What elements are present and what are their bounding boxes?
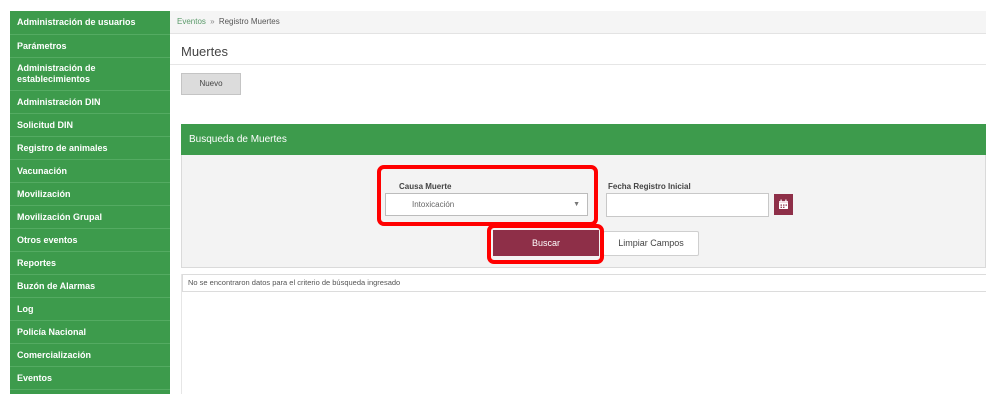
results-area: No se encontraron datos para el criterio… xyxy=(181,274,986,394)
sidebar-item-reports[interactable]: Reportes xyxy=(10,252,170,275)
page-title: Muertes xyxy=(181,44,228,59)
breadcrumb-separator: » xyxy=(210,17,215,26)
start-date-label: Fecha Registro Inicial xyxy=(608,182,691,191)
sidebar-item-din-admin[interactable]: Administración DIN xyxy=(10,91,170,114)
title-divider xyxy=(170,64,986,65)
sidebar-item-other-events[interactable]: Otros eventos xyxy=(10,229,170,252)
sidebar-item-user-admin[interactable]: Administración de usuarios xyxy=(10,11,170,35)
sidebar-item-commercialization[interactable]: Comercialización xyxy=(10,344,170,367)
breadcrumb-link-events[interactable]: Eventos xyxy=(177,17,206,26)
chevron-down-icon: ▼ xyxy=(573,201,580,208)
cause-of-death-value: Intoxicación xyxy=(412,200,455,209)
sidebar-item-events[interactable]: Eventos xyxy=(10,367,170,390)
sidebar-item-mobilization[interactable]: Movilización xyxy=(10,183,170,206)
sidebar-item-alarm-inbox[interactable]: Buzón de Alarmas xyxy=(10,275,170,298)
breadcrumb-current: Registro Muertes xyxy=(218,17,280,26)
new-button[interactable]: Nuevo xyxy=(181,73,241,95)
search-panel-title: Busqueda de Muertes xyxy=(181,124,986,155)
sidebar-item-parameters[interactable]: Parámetros xyxy=(10,35,170,58)
sidebar: Administración de usuarios Parámetros Ad… xyxy=(10,11,170,394)
sidebar-item-din-request[interactable]: Solicitud DIN xyxy=(10,114,170,137)
search-button[interactable]: Buscar xyxy=(493,230,599,256)
cause-of-death-label: Causa Muerte xyxy=(399,182,452,191)
start-date-input[interactable] xyxy=(606,193,769,217)
app-root: Administración de usuarios Parámetros Ad… xyxy=(0,0,986,394)
search-panel: Busqueda de Muertes Causa Muerte Intoxic… xyxy=(181,124,986,268)
breadcrumb: Eventos » Registro Muertes xyxy=(170,11,986,34)
calendar-icon xyxy=(779,199,788,209)
sidebar-item-log[interactable]: Log xyxy=(10,298,170,321)
main-content: Eventos » Registro Muertes Muertes Nuevo… xyxy=(170,11,986,394)
sidebar-item-group-mobilization[interactable]: Movilización Grupal xyxy=(10,206,170,229)
sidebar-item-national-police[interactable]: Policía Nacional xyxy=(10,321,170,344)
cause-of-death-select[interactable]: Intoxicación ▼ xyxy=(385,193,588,216)
no-results-message: No se encontraron datos para el criterio… xyxy=(182,274,986,292)
sidebar-item-vaccination[interactable]: Vacunación xyxy=(10,160,170,183)
sidebar-item-animal-registry[interactable]: Registro de animales xyxy=(10,137,170,160)
calendar-button[interactable] xyxy=(774,194,793,215)
sidebar-item-establishment-admin[interactable]: Administración de establecimientos xyxy=(10,58,170,91)
clear-fields-button[interactable]: Limpiar Campos xyxy=(603,231,699,256)
